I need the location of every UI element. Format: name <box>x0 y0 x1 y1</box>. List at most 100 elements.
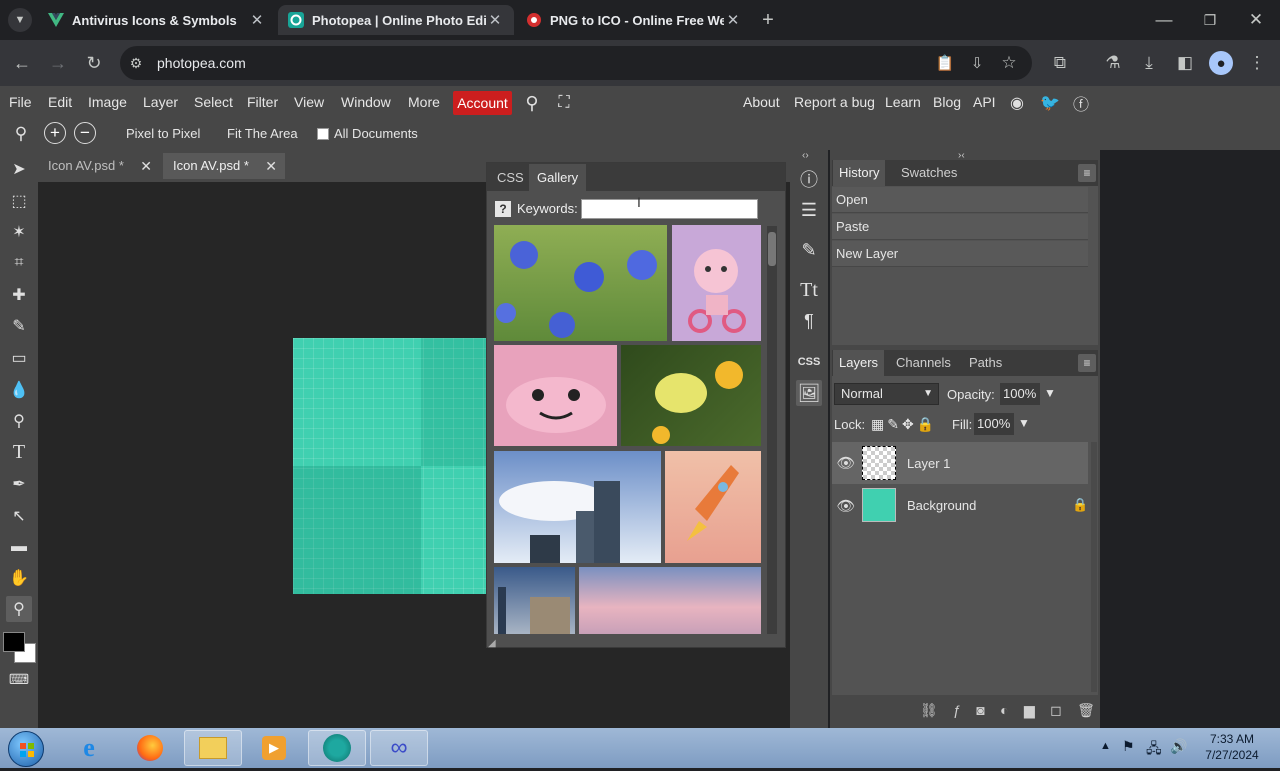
gallery-thumbnail-butterfly[interactable] <box>621 345 761 446</box>
layers-scrollbar[interactable] <box>1091 442 1097 692</box>
pen-tool-icon[interactable]: ✒ <box>6 471 32 497</box>
browser-menu-kebab-icon[interactable]: ⋮ <box>1245 51 1269 75</box>
tab-history[interactable]: History <box>833 160 886 186</box>
collapse-arrows-icon[interactable]: ‹› <box>802 150 809 161</box>
zoom-in-icon[interactable]: + <box>44 122 66 144</box>
opacity-dropdown-icon[interactable]: ▼ <box>1044 386 1056 400</box>
adjustment-layer-icon[interactable]: ◐ <box>1000 702 1008 722</box>
taskbar-clock[interactable]: 7:33 AM 7/27/2024 <box>1190 731 1274 763</box>
gallery-thumbnail-flowers[interactable] <box>494 225 667 341</box>
gallery-thumbnail-rocket[interactable] <box>665 451 761 563</box>
link-learn[interactable]: Learn <box>885 86 921 118</box>
gallery-thumbnail-sunset[interactable] <box>579 567 761 634</box>
keywords-help-button[interactable]: ? <box>495 201 511 217</box>
document-tab[interactable]: Icon AV.psd * ✕ <box>38 153 160 179</box>
search-icon[interactable]: ⚲ <box>520 91 544 115</box>
tab-css[interactable]: CSS <box>489 164 532 191</box>
twitter-icon[interactable]: 🐦 <box>1038 91 1062 115</box>
menu-filter[interactable]: Filter <box>247 86 278 118</box>
gallery-image-icon[interactable]: 🖼 <box>796 380 822 406</box>
new-tab-plus-icon[interactable]: + <box>756 8 780 32</box>
side-panel-icon[interactable]: ◧ <box>1173 51 1197 75</box>
brush-tool-icon[interactable]: ✎ <box>6 313 32 339</box>
foreground-color-swatch[interactable] <box>3 632 25 652</box>
info-icon[interactable]: ⓘ <box>796 166 822 192</box>
close-tab-icon[interactable]: ✕ <box>486 11 504 29</box>
history-entry[interactable]: New Layer <box>832 241 1088 267</box>
rectangle-tool-icon[interactable]: ▬ <box>6 534 32 560</box>
hand-tool-icon[interactable]: ✋ <box>6 565 32 591</box>
gallery-scrollbar[interactable] <box>767 226 777 634</box>
close-tab-icon[interactable]: ✕ <box>724 11 742 29</box>
all-documents-checkbox[interactable] <box>317 128 329 140</box>
gallery-thumbnail-castle[interactable] <box>494 567 575 634</box>
tab-channels[interactable]: Channels <box>890 350 957 376</box>
blend-mode-select[interactable]: Normal ▼ <box>834 383 939 405</box>
eye-visibility-icon[interactable]: 👁 <box>834 451 858 475</box>
lock-options-icons[interactable]: ▦✎✥🔒 <box>871 416 937 433</box>
eye-visibility-icon[interactable]: 👁 <box>834 494 858 518</box>
blur-tool-icon[interactable]: 💧 <box>6 377 32 403</box>
keyboard-icon[interactable]: ⌨ <box>6 666 32 692</box>
path-select-tool-icon[interactable]: ↖ <box>6 503 32 529</box>
healing-tool-icon[interactable]: ✚ <box>6 282 32 308</box>
fill-input[interactable]: 100% <box>974 413 1014 435</box>
downloads-icon[interactable]: ⤓ <box>1137 51 1161 75</box>
menu-window[interactable]: Window <box>341 86 391 118</box>
link-about[interactable]: About <box>743 86 780 118</box>
clipboard-icon[interactable]: 📋 <box>933 51 957 75</box>
bookmark-star-icon[interactable]: ☆ <box>997 51 1021 75</box>
layer-effects-icon[interactable]: ƒ <box>953 702 961 722</box>
browser-tab-png-to-ico[interactable]: PNG to ICO - Online Free Web ✕ <box>516 5 752 35</box>
start-button[interactable] <box>8 731 44 767</box>
close-document-icon[interactable]: ✕ <box>140 153 152 179</box>
fill-dropdown-icon[interactable]: ▼ <box>1018 416 1030 430</box>
new-layer-icon[interactable]: ◻ <box>1050 702 1062 722</box>
layer-name[interactable]: Layer 1 <box>907 456 950 471</box>
dodge-tool-icon[interactable]: ⚲ <box>6 408 32 434</box>
account-button[interactable]: Account <box>453 91 512 115</box>
action-center-flag-icon[interactable]: ⚑ <box>1122 738 1135 755</box>
tab-search-chevron-icon[interactable]: ▼ <box>8 8 32 32</box>
gallery-scrollbar-thumb[interactable] <box>768 232 776 266</box>
history-entry[interactable]: Paste <box>832 214 1088 240</box>
taskbar-ie[interactable]: e <box>60 730 118 766</box>
menu-more[interactable]: More <box>408 86 440 118</box>
layer-name[interactable]: Background <box>907 498 976 513</box>
link-report-bug[interactable]: Report a bug <box>794 86 875 118</box>
layer-mask-icon[interactable]: ◙ <box>976 702 984 722</box>
forward-arrow-icon[interactable]: → <box>46 51 70 75</box>
resize-handle-icon[interactable]: ◢ <box>488 638 496 649</box>
taskbar-chrome-app[interactable] <box>308 730 366 766</box>
menu-image[interactable]: Image <box>88 86 127 118</box>
profile-avatar-icon[interactable]: ● <box>1209 51 1233 75</box>
restore-window-icon[interactable]: ❐ <box>1198 8 1222 32</box>
minimize-icon[interactable]: — <box>1152 8 1176 32</box>
panel-menu-icon[interactable]: ≡ <box>1078 164 1096 182</box>
reddit-icon[interactable]: ◉ <box>1005 91 1029 115</box>
fullscreen-icon[interactable]: ⛶ <box>552 91 576 115</box>
delete-layer-trash-icon[interactable]: 🗑 <box>1077 702 1095 722</box>
taskbar-firefox[interactable] <box>121 730 179 766</box>
marquee-tool-icon[interactable]: ⬚ <box>6 188 32 214</box>
gallery-thumbnail-pig-bike[interactable] <box>672 225 761 341</box>
install-app-icon[interactable]: ⇩ <box>965 51 989 75</box>
character-icon[interactable]: Tt <box>796 277 822 303</box>
network-icon[interactable]: 🖧 <box>1146 738 1162 762</box>
menu-view[interactable]: View <box>294 86 324 118</box>
gradient-tool-icon[interactable]: ▭ <box>6 345 32 371</box>
browser-tab-photopea[interactable]: Photopea | Online Photo Editor ✕ <box>278 5 514 35</box>
facebook-icon[interactable]: ⓕ <box>1069 91 1093 115</box>
site-info-icon[interactable]: ⚙ <box>124 51 148 75</box>
address-bar[interactable] <box>120 46 1032 80</box>
zoom-tool-active-icon[interactable]: ⚲ <box>6 596 32 622</box>
adjustments-sliders-icon[interactable]: ☰ <box>796 197 822 223</box>
brush-settings-icon[interactable]: ✎ <box>796 237 822 263</box>
zoom-out-icon[interactable]: − <box>74 122 96 144</box>
menu-edit[interactable]: Edit <box>48 86 72 118</box>
labs-flask-icon[interactable]: ⚗ <box>1101 51 1125 75</box>
browser-tab-antivirus[interactable]: Antivirus Icons & Symbols ✕ <box>38 5 276 35</box>
back-arrow-icon[interactable]: ← <box>10 51 34 75</box>
magic-wand-tool-icon[interactable]: ✶ <box>6 219 32 245</box>
move-tool-icon[interactable]: ➤ <box>6 156 32 182</box>
